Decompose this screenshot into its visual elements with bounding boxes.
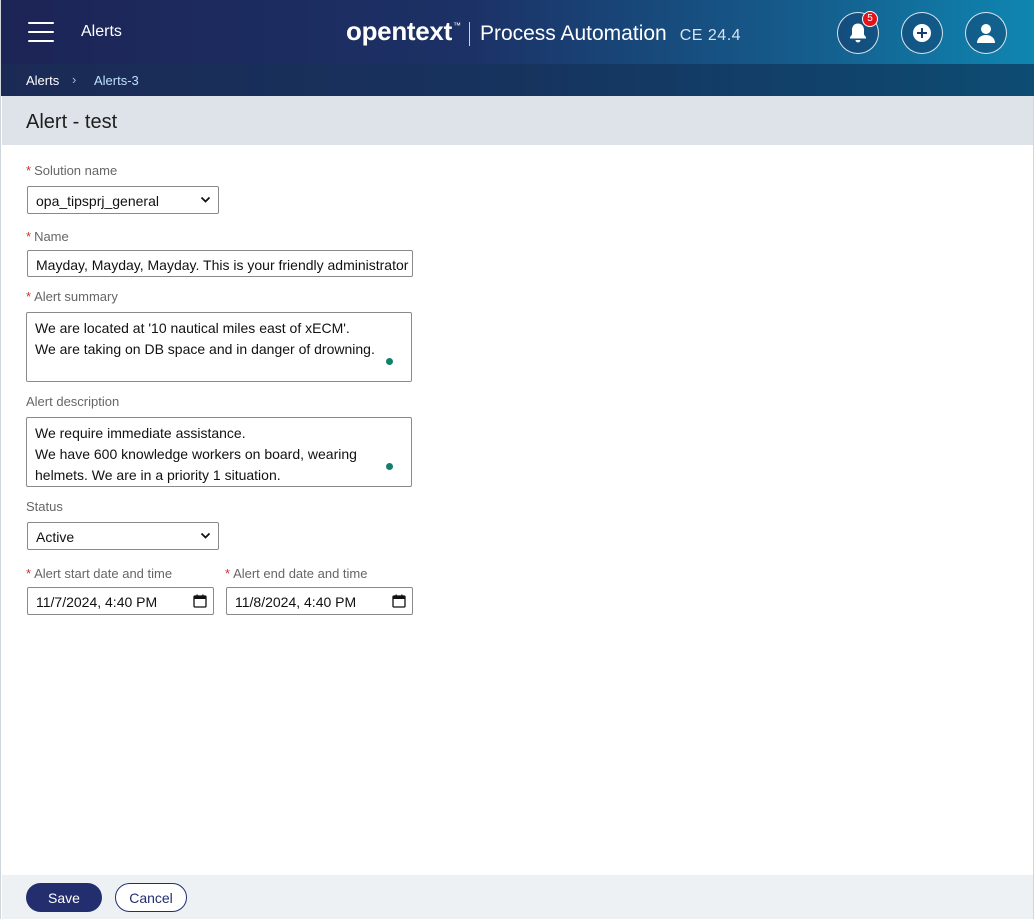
page-title: Alert - test — [26, 111, 118, 133]
status-label: Status — [26, 499, 63, 514]
start-datetime-input[interactable]: 11/7/2024, 4:40 PM — [27, 587, 214, 615]
brand-edition: CE 24.4 — [679, 27, 742, 44]
notification-count-badge: 5 — [862, 11, 878, 27]
brand-divider — [468, 21, 470, 46]
end-date-label: * Alert end date and time — [225, 566, 368, 581]
notifications-button[interactable]: 5 — [837, 11, 879, 54]
brand: opentext ™ Process Automation CE 24.4 — [346, 16, 741, 47]
form-footer: Save Cancel — [2, 875, 1033, 919]
grammar-check-icon[interactable] — [386, 358, 393, 365]
save-button[interactable]: Save — [26, 883, 102, 912]
status-select[interactable]: Active — [27, 522, 219, 550]
calendar-icon[interactable] — [193, 594, 207, 608]
breadcrumb-current: Alerts-3 — [94, 73, 139, 88]
start-date-label: * Alert start date and time — [26, 566, 173, 581]
menu-icon[interactable] — [28, 22, 54, 42]
required-marker: * — [26, 229, 32, 244]
plus-circle-icon — [913, 24, 931, 42]
end-datetime-input[interactable]: 11/8/2024, 4:40 PM — [226, 587, 413, 615]
app-title: Alerts — [81, 23, 122, 40]
top-header: Alerts opentext ™ Process Automation CE … — [1, 0, 1034, 64]
alert-description-textarea[interactable]: We require immediate assistance. We have… — [26, 417, 412, 487]
brand-trademark: ™ — [452, 21, 461, 30]
name-label: * Name — [26, 229, 69, 244]
required-marker: * — [26, 289, 32, 304]
name-input[interactable]: Mayday, Mayday, Mayday. This is your fri… — [27, 250, 413, 277]
cancel-button[interactable]: Cancel — [115, 883, 187, 912]
breadcrumb-alerts-link[interactable]: Alerts — [26, 73, 59, 88]
solution-name-select[interactable]: opa_tipsprj_general — [27, 186, 219, 214]
brand-logo: opentext — [346, 16, 452, 46]
breadcrumb-chevron-icon: › — [72, 72, 77, 87]
user-profile-button[interactable] — [965, 12, 1007, 54]
required-marker: * — [225, 566, 231, 581]
alert-summary-textarea[interactable]: We are located at '10 nautical miles eas… — [26, 312, 412, 382]
alert-description-label: Alert description — [26, 394, 120, 409]
required-marker: * — [26, 163, 32, 178]
required-marker: * — [26, 566, 32, 581]
user-icon — [977, 24, 995, 43]
alert-summary-label: * Alert summary — [26, 289, 118, 304]
breadcrumb: Alerts › Alerts-3 — [1, 64, 1034, 96]
title-bar: Alert - test — [2, 96, 1033, 145]
grammar-check-icon[interactable] — [386, 463, 393, 470]
chevron-down-icon — [200, 196, 211, 203]
app-window: Alerts opentext ™ Process Automation CE … — [0, 0, 1034, 919]
solution-name-label: * Solution name — [26, 163, 118, 178]
calendar-icon[interactable] — [392, 594, 406, 608]
brand-product: Process Automation — [479, 22, 667, 45]
add-button[interactable] — [901, 12, 943, 54]
chevron-down-icon — [200, 532, 211, 539]
